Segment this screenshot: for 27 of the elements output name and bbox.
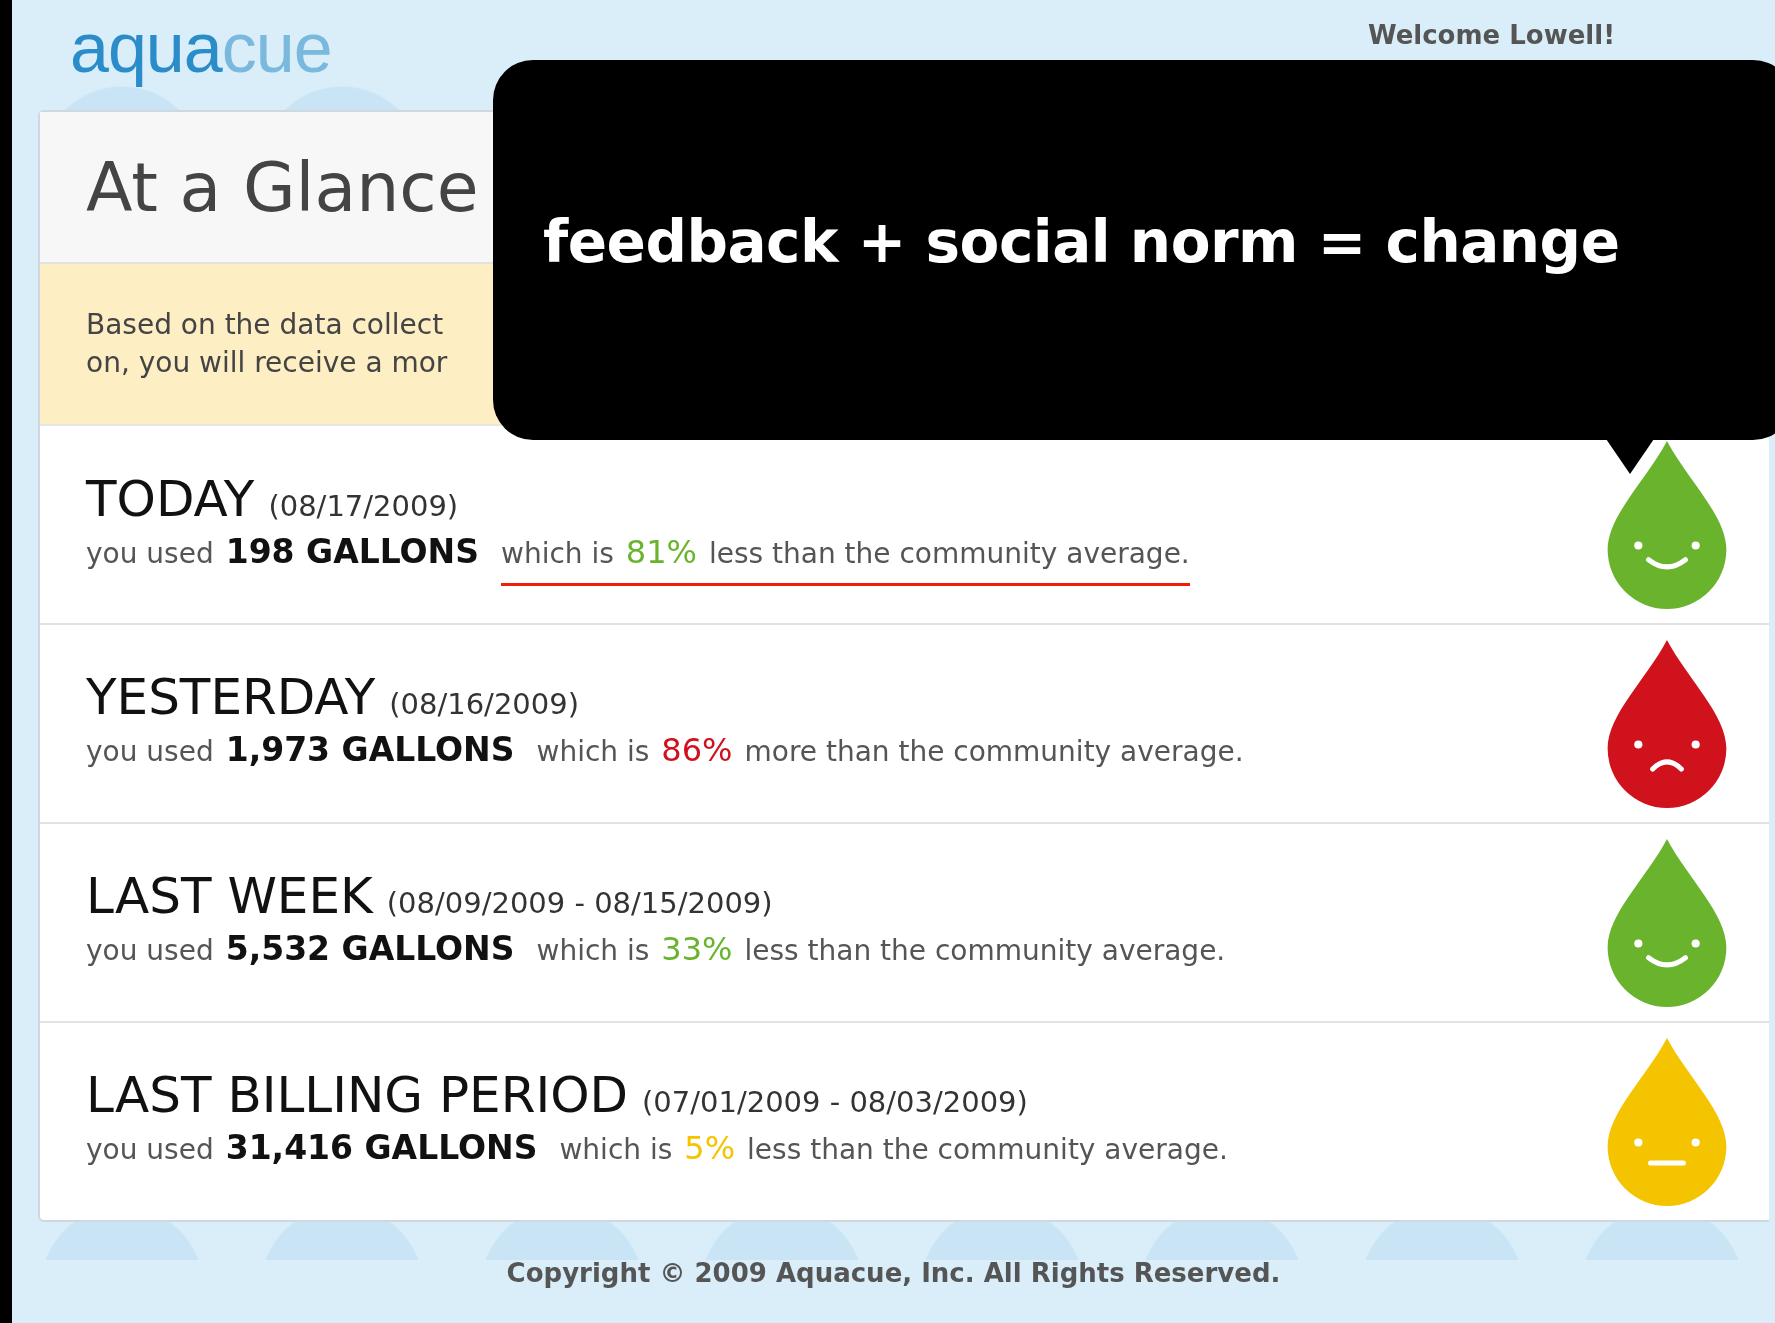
comparison: which is 86% more than the community average. [536, 730, 1244, 771]
notice-text: Based on the data collect [86, 307, 445, 343]
usage-label: you used [86, 537, 214, 570]
period-dates: (08/17/2009) [268, 489, 459, 523]
comparison: which is 33% less than the community average. [536, 929, 1226, 970]
notice-text: on, you will receive a mor [86, 345, 449, 381]
usage-amount: 1,973 GALLONS [225, 729, 515, 769]
period-dates: (08/09/2009 - 08/15/2009) [386, 885, 773, 920]
card-title: At a Glance [86, 147, 479, 227]
period-dates: (08/16/2009) [389, 686, 579, 721]
usage-amount: 31,416 GALLONS [225, 1127, 538, 1167]
period-title: LAST WEEK [86, 866, 373, 925]
usage-label: you used [86, 933, 214, 967]
aquacue-logo: aquacue [70, 8, 332, 89]
callout-text: feedback + social norm = change [543, 208, 1620, 276]
usage-label: you used [86, 1132, 214, 1166]
period-title: LAST BILLING PERIOD [86, 1065, 629, 1124]
welcome-text: Welcome Lowell! [1367, 20, 1615, 50]
usage-amount: 5,532 GALLONS [225, 928, 515, 968]
period-title: TODAY [86, 470, 255, 528]
period-title: YESTERDAY [86, 667, 376, 726]
copyright-text: Copyright © 2009 Aquacue, Inc. All Rights Reserved. [506, 1257, 1281, 1288]
period-dates: (07/01/2009 - 08/03/2009) [642, 1084, 1028, 1119]
usage-amount: 198 GALLONS [225, 532, 479, 571]
underlined-comparison: which is 81% less than the community average. [501, 533, 1190, 586]
comparison: which is 5% less than the community average. [559, 1128, 1228, 1169]
usage-label: you used [86, 734, 214, 768]
